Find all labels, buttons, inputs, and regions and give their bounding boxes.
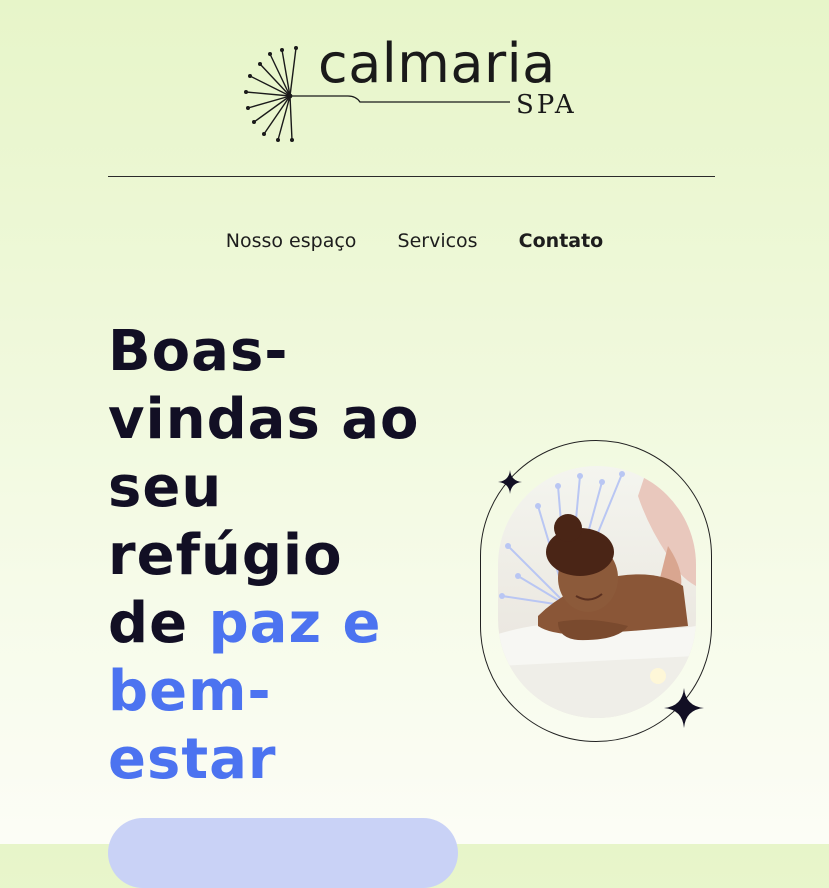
hero-title-accent: estar	[108, 727, 277, 792]
sparkle-icon	[498, 470, 522, 494]
brand-subtitle: SPA	[516, 90, 577, 120]
brand-logo[interactable]: calmaria SPA	[240, 36, 590, 146]
nav-link-nosso-espaco[interactable]: Nosso espaço	[226, 226, 357, 256]
hero-title: Boas- vindas ao seu refúgio de paz e bem…	[108, 318, 468, 794]
nav-link-contato[interactable]: Contato	[519, 226, 604, 256]
hero-title-line: Boas-	[108, 319, 289, 384]
hero-title-line: de	[108, 591, 209, 656]
main-nav: Nosso espaço Servicos Contato	[0, 226, 829, 256]
hero-title-accent: bem-	[108, 659, 272, 724]
hero-title-accent: paz e	[208, 591, 382, 656]
hero-title-line: seu	[108, 455, 223, 520]
sparkle-icon	[664, 688, 704, 728]
cta-button[interactable]	[108, 818, 458, 888]
massage-illustration	[498, 466, 696, 718]
hero-title-line: refúgio	[108, 523, 343, 588]
brand-name: calmaria	[318, 32, 556, 95]
hero-title-line: vindas ao	[108, 387, 420, 452]
hero-image-frame	[478, 440, 718, 742]
nav-link-servicos[interactable]: Servicos	[398, 226, 478, 256]
header-divider	[108, 176, 715, 177]
hero-photo	[498, 466, 696, 718]
